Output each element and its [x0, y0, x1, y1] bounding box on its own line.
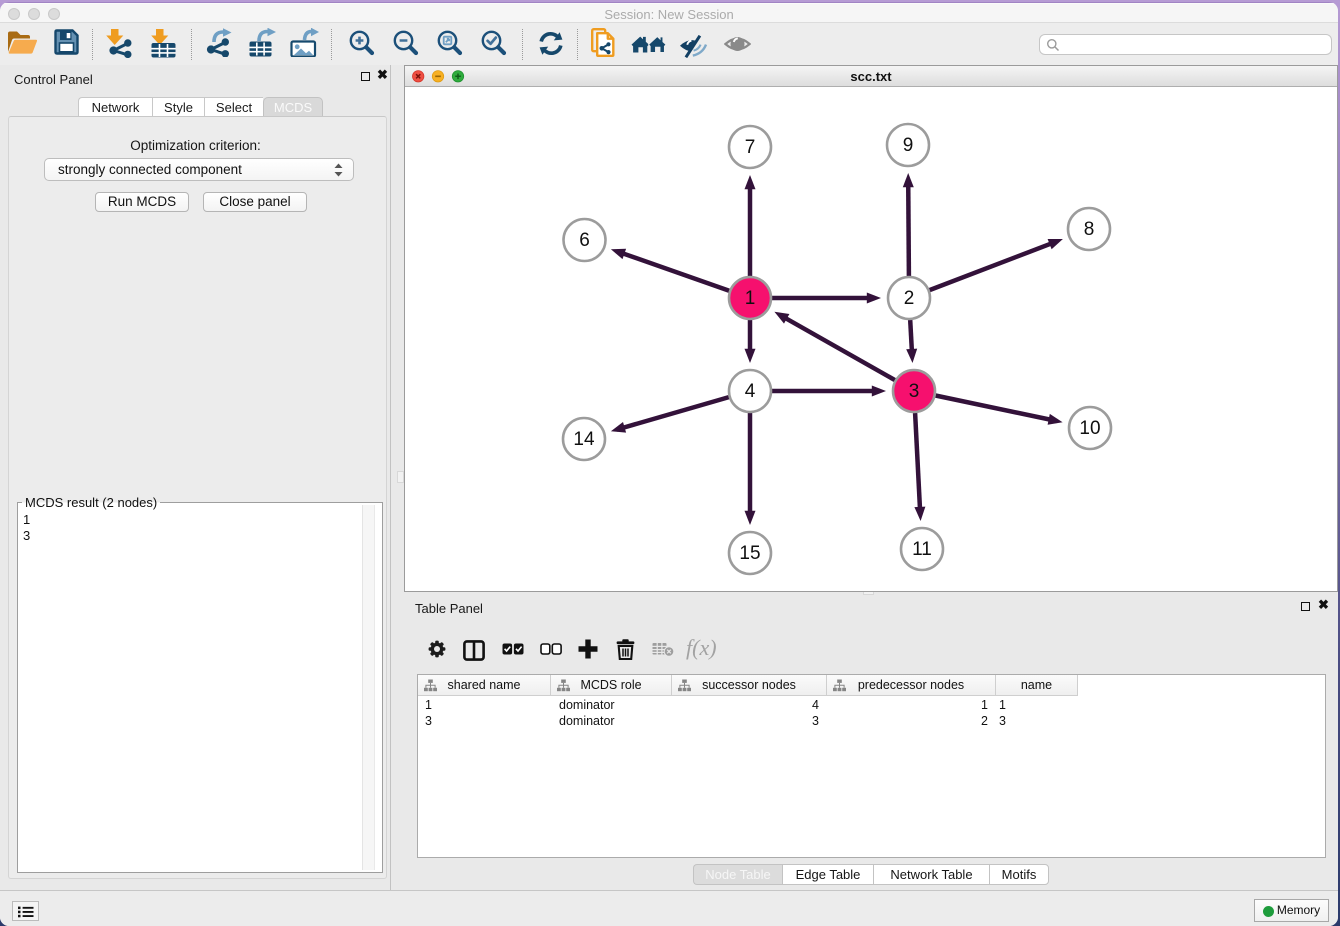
svg-text:8: 8 — [1084, 219, 1095, 240]
svg-text:10: 10 — [1079, 418, 1100, 439]
svg-text:6: 6 — [579, 230, 590, 251]
svg-text:11: 11 — [912, 539, 932, 560]
svg-text:1: 1 — [745, 288, 756, 309]
svg-text:14: 14 — [573, 429, 595, 450]
svg-text:3: 3 — [909, 381, 920, 402]
svg-text:9: 9 — [903, 135, 914, 156]
svg-text:2: 2 — [904, 288, 915, 309]
svg-text:15: 15 — [739, 543, 760, 564]
svg-text:4: 4 — [745, 381, 756, 402]
svg-text:7: 7 — [745, 137, 756, 158]
